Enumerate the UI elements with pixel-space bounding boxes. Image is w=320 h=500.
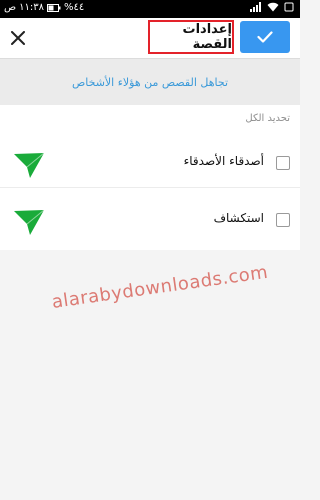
list-item[interactable]: استكشاف — [0, 195, 300, 247]
battery-icon — [46, 3, 61, 12]
list-divider — [0, 187, 300, 188]
status-right — [250, 2, 294, 12]
header-bar: إعدادات القصة — [0, 18, 300, 58]
page-title: إعدادات القصة — [148, 20, 234, 54]
watermark: alarabydownloads.com — [50, 261, 270, 313]
list-item-checkbox[interactable] — [276, 213, 290, 227]
checkmark-icon — [257, 31, 273, 43]
list-item-label: أصدقاء الأصدقاء — [183, 154, 264, 168]
battery-level: %٤٤ — [63, 2, 85, 13]
list-item[interactable]: أصدقاء الأصدقاء — [0, 138, 300, 190]
confirm-button[interactable] — [240, 21, 290, 53]
select-all-link[interactable]: تحديد الكل — [245, 113, 290, 124]
wifi-icon — [267, 2, 279, 12]
status-left: ص ١١:٣٨ %٤٤ — [4, 2, 84, 13]
clock: ١١:٣٨ — [19, 2, 44, 13]
list-panel: تحديد الكل أصدقاء الأصدقاء استكشاف — [0, 105, 300, 250]
list-item-checkbox[interactable] — [276, 156, 290, 170]
close-icon — [11, 31, 25, 45]
send-icon — [14, 209, 45, 235]
close-button[interactable] — [6, 26, 30, 50]
page-title-text: إعدادات القصة — [182, 22, 233, 52]
banner-text: تجاهل القصص من هؤلاء الأشخاص — [71, 75, 229, 89]
send-icon — [14, 152, 45, 178]
status-bar: ص ١١:٣٨ %٤٤ — [0, 0, 300, 18]
info-banner: تجاهل القصص من هؤلاء الأشخاص — [0, 59, 300, 105]
list-item-label: استكشاف — [213, 211, 264, 225]
notification-icon — [284, 2, 294, 12]
signal-icon — [250, 2, 262, 12]
carrier-text: ص — [4, 2, 17, 13]
